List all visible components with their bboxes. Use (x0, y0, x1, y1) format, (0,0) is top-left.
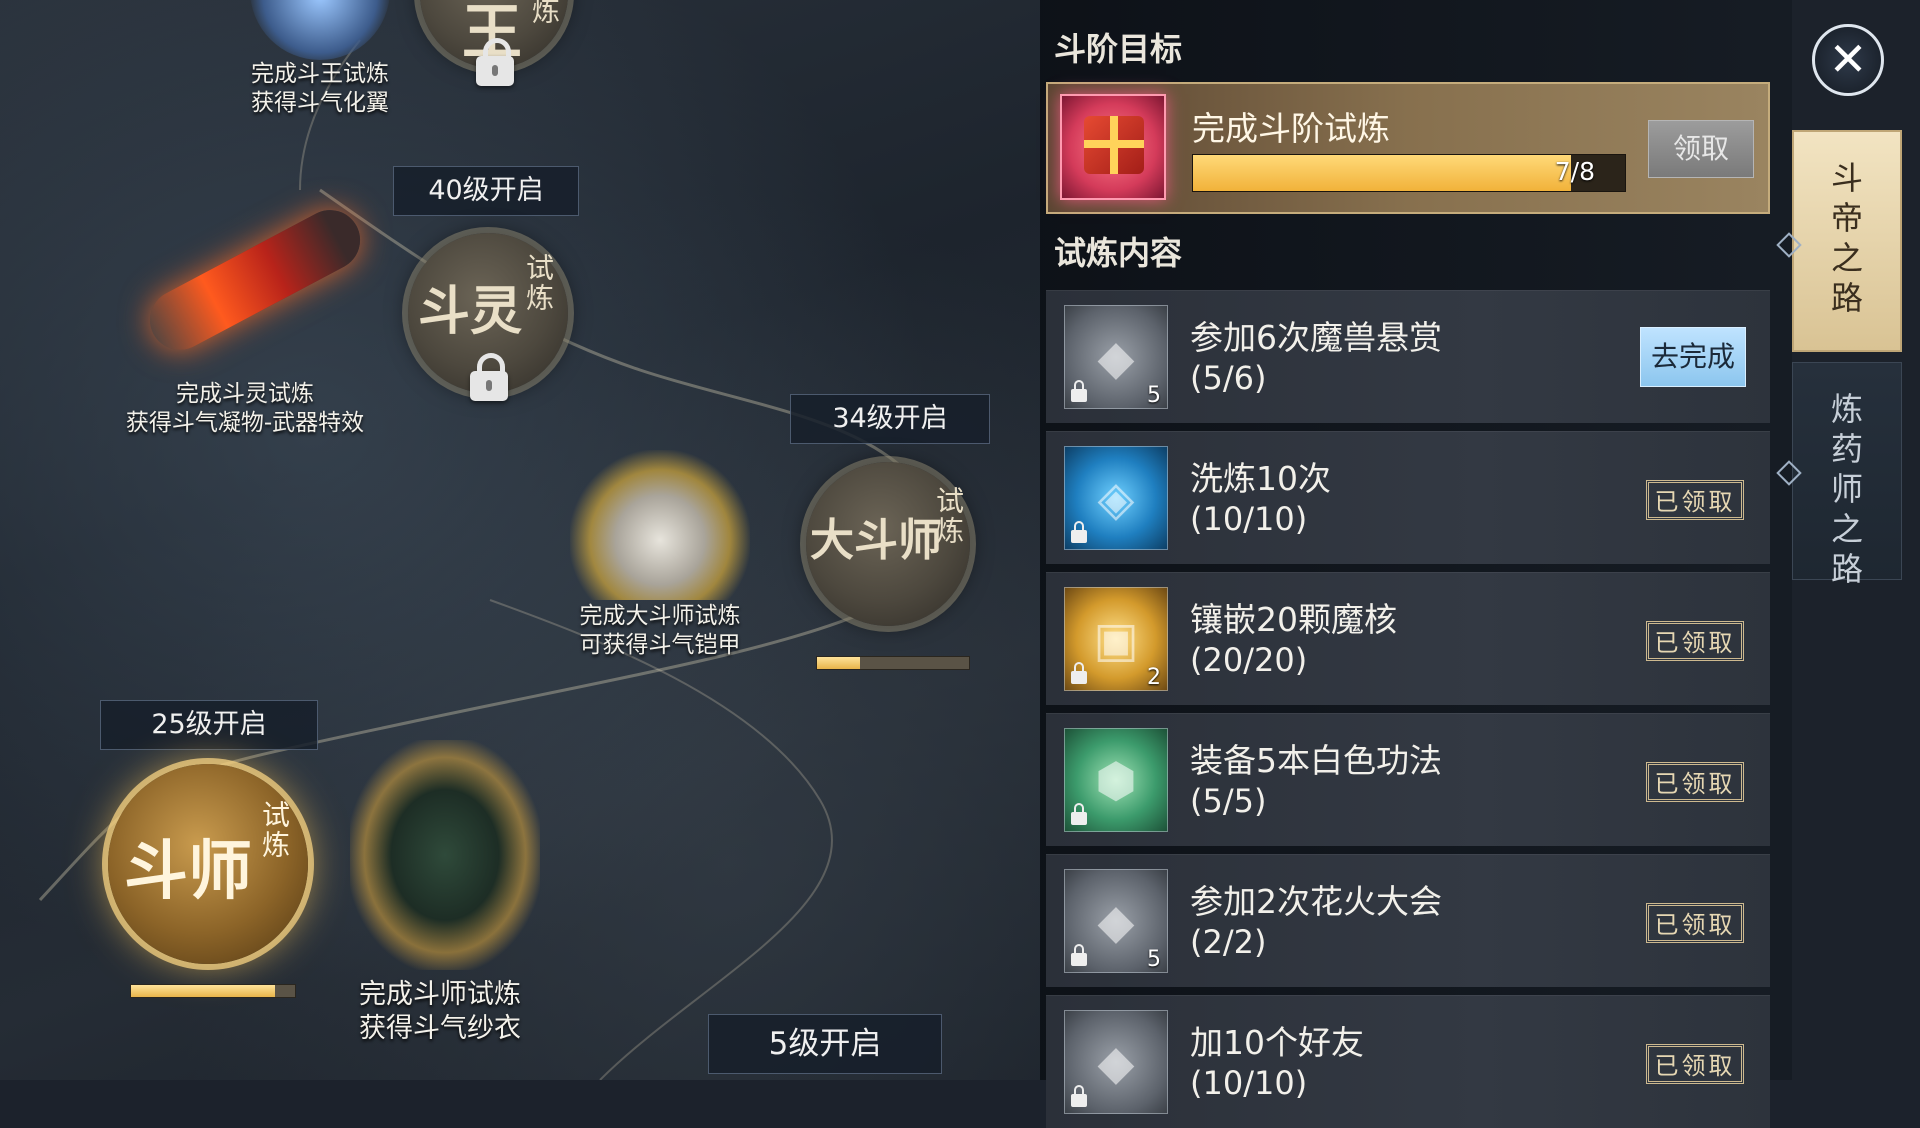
claim-button[interactable]: 领取 (1648, 120, 1754, 178)
robe-character-figure (350, 740, 540, 970)
doudwang-caption: 完成斗王试炼 获得斗气化翼 (200, 60, 440, 118)
task-row: ◆ 5 参加6次魔兽悬赏 (5/6) 去完成 (1046, 290, 1770, 423)
doushi-progress-bar (130, 984, 296, 998)
lock-icon (476, 38, 514, 86)
doushi-medal[interactable]: 斗师 试炼 (108, 764, 308, 964)
stone-icon: ◆ 5 (1064, 305, 1168, 409)
stone-icon: ◆ 5 (1064, 869, 1168, 973)
claimed-stamp: 已领取 (1646, 1044, 1744, 1084)
medal-big-text: 斗灵 (418, 281, 523, 342)
trial-panel: 斗阶目标 完成斗阶试炼 7/8 领取 试炼内容 ◆ 5 参加6次魔兽悬赏 (5/6) 去… (1040, 0, 1792, 1128)
go-complete-button[interactable]: 去完成 (1640, 327, 1746, 387)
tab-alchemist-road[interactable]: 炼药师之路 (1792, 362, 1902, 588)
level-tag-40: 40级开启 (393, 166, 579, 216)
task-progress: (20/20) (1190, 641, 1308, 679)
lock-icon (1071, 944, 1087, 966)
task-progress: (10/10) (1190, 500, 1308, 538)
goal-title: 完成斗阶试炼 (1192, 109, 1390, 148)
item-count: 5 (1147, 947, 1161, 972)
claimed-stamp: 已领取 (1646, 480, 1744, 520)
goal-section-title: 斗阶目标 (1054, 30, 1183, 68)
rune-icon: ⬢ (1064, 728, 1168, 832)
lock-icon (1071, 521, 1087, 543)
medal-big-text: 大斗师 (810, 515, 942, 566)
caption-line: 完成斗灵试炼 (176, 381, 314, 407)
task-row: ◆ 加10个好友 (10/10) 已领取 (1046, 995, 1770, 1128)
progress-fill (1193, 155, 1571, 191)
level-tag-34: 34级开启 (790, 394, 990, 444)
medal-small-text: 试炼 (258, 800, 291, 860)
goal-progress-text: 7/8 (1554, 157, 1595, 186)
trial-map: 完成斗王试炼 获得斗气化翼 王 炼 40级开启 斗灵 试炼 完成斗灵试炼 获得斗… (0, 0, 1040, 1080)
caption-line: 完成斗王试炼 (251, 61, 389, 87)
task-name: 洗炼10次 (1190, 459, 1331, 498)
caption-line: 完成斗师试炼 (359, 979, 521, 1010)
claimed-stamp: 已领取 (1646, 903, 1744, 943)
task-name: 镶嵌20颗魔核 (1190, 600, 1397, 639)
item-count: 2 (1147, 665, 1161, 690)
task-progress: (10/10) (1190, 1064, 1308, 1102)
level-tag-5: 5级开启 (708, 1014, 942, 1074)
goal-progress-bar: 7/8 (1192, 154, 1626, 192)
doushi-caption: 完成斗师试炼 获得斗气纱衣 (320, 978, 560, 1046)
side-nav: ✕ 斗帝之路 炼药师之路 (1776, 0, 1920, 1080)
medal-small-text: 试炼 (522, 253, 555, 313)
gift-box-icon (1060, 94, 1166, 200)
lock-icon (470, 353, 508, 401)
level-tag-25: 25级开启 (100, 700, 318, 750)
stone-icon: ◆ (1064, 1010, 1168, 1114)
task-name: 加10个好友 (1190, 1023, 1364, 1062)
tab-doudi-road[interactable]: 斗帝之路 (1792, 130, 1902, 352)
lock-icon (1071, 1085, 1087, 1107)
task-row: ◆ 5 参加2次花火大会 (2/2) 已领取 (1046, 854, 1770, 987)
medal-big-text: 斗师 (124, 834, 252, 909)
progress-fill (817, 657, 860, 669)
caption-line: 可获得斗气铠甲 (579, 632, 741, 658)
caption-line: 获得斗气纱衣 (359, 1013, 521, 1044)
task-row: ◈ 洗炼10次 (10/10) 已领取 (1046, 431, 1770, 564)
tasks-section-title: 试炼内容 (1054, 234, 1183, 272)
crystal-icon: ◈ (1064, 446, 1168, 550)
task-progress: (5/5) (1190, 782, 1267, 820)
claimed-stamp: 已领取 (1646, 621, 1744, 661)
task-name: 参加2次花火大会 (1190, 882, 1442, 921)
medal-small-text: 炼 (528, 0, 561, 26)
dadoushi-medal[interactable]: 大斗师 试炼 (806, 462, 970, 626)
task-name: 装备5本白色功法 (1190, 741, 1442, 780)
task-name: 参加6次魔兽悬赏 (1190, 318, 1442, 357)
item-count: 5 (1147, 383, 1161, 408)
dadoushi-progress-bar (816, 656, 970, 670)
lock-icon (1071, 662, 1087, 684)
medal-small-text: 试炼 (932, 486, 965, 546)
lock-icon (1071, 380, 1087, 402)
douling-caption: 完成斗灵试炼 获得斗气凝物-武器特效 (100, 380, 390, 438)
task-row: ▣ 2 镶嵌20颗魔核 (20/20) 已领取 (1046, 572, 1770, 705)
douling-medal[interactable]: 斗灵 试炼 (408, 233, 568, 401)
dadoushi-caption: 完成大斗师试炼 可获得斗气铠甲 (540, 602, 780, 660)
lock-icon (1071, 803, 1087, 825)
gift-shape (1084, 116, 1144, 174)
task-progress: (2/2) (1190, 923, 1267, 961)
close-icon[interactable]: ✕ (1812, 24, 1884, 96)
progress-fill (131, 985, 276, 997)
tab-label: 斗帝之路 (1830, 159, 1863, 317)
armor-character-figure (570, 450, 750, 600)
tab-label: 炼药师之路 (1830, 390, 1863, 588)
caption-line: 获得斗气凝物-武器特效 (125, 410, 365, 436)
gift-box-icon: ▣ 2 (1064, 587, 1168, 691)
task-progress: (5/6) (1190, 359, 1267, 397)
claimed-stamp: 已领取 (1646, 762, 1744, 802)
task-row: ⬢ 装备5本白色功法 (5/5) 已领取 (1046, 713, 1770, 846)
caption-line: 获得斗气化翼 (251, 90, 389, 116)
goal-card: 完成斗阶试炼 7/8 领取 (1046, 82, 1770, 214)
caption-line: 完成大斗师试炼 (579, 603, 741, 629)
